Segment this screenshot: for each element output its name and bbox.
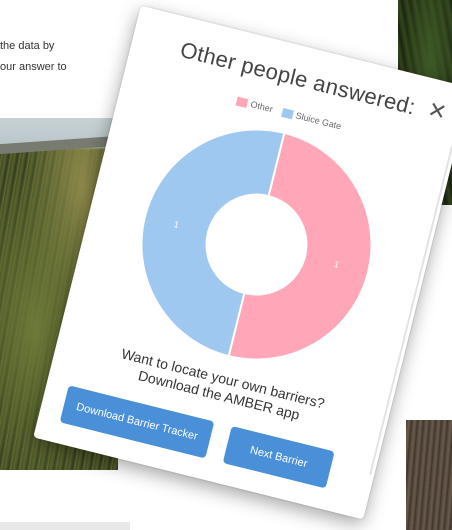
next-barrier-button[interactable]: Next Barrier — [222, 425, 335, 489]
background-article-text: the data by our answer to — [0, 36, 130, 78]
background-text-line: the data by — [0, 40, 55, 52]
barrier-photo-right-bottom — [406, 420, 452, 530]
legend-item-other[interactable]: Other — [236, 96, 274, 115]
background-text-line: our answer to — [0, 61, 67, 73]
doughnut-chart-svg: 11 — [140, 128, 373, 361]
legend-label-sluice-gate: Sluice Gate — [294, 110, 343, 132]
background-strip — [0, 522, 130, 530]
road-strip — [0, 135, 118, 155]
legend-item-sluice-gate[interactable]: Sluice Gate — [281, 107, 342, 131]
results-modal: Other people answered: ✕ Other Sluice Ga… — [33, 5, 452, 520]
legend-swatch-other — [236, 96, 249, 108]
doughnut-chart: 11 — [111, 99, 402, 390]
legend-label-other: Other — [249, 99, 274, 115]
legend-swatch-sluice-gate — [281, 107, 295, 119]
